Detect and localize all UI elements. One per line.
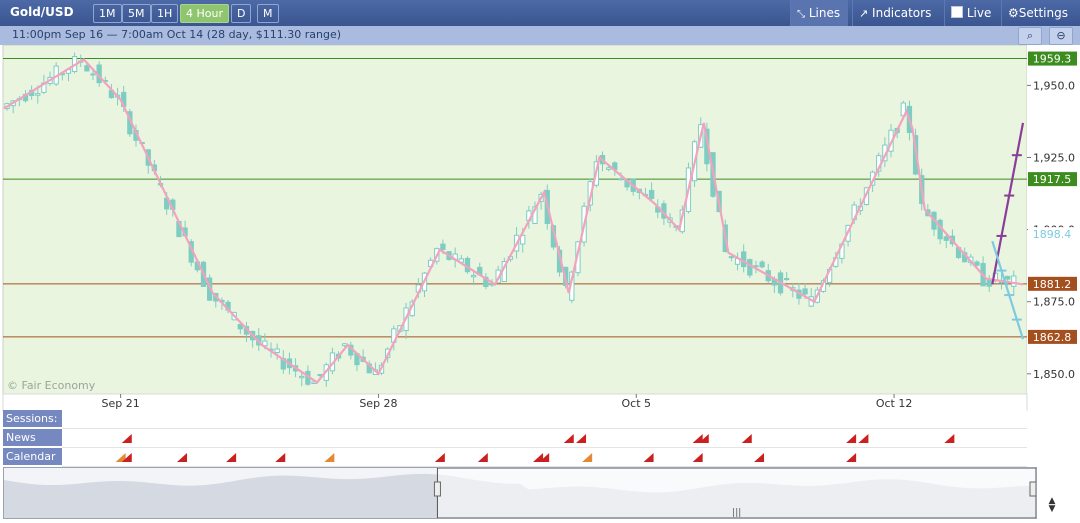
candle-body [299, 375, 305, 379]
candle-body [802, 288, 808, 295]
level-price-label: 1862.8 [1033, 331, 1072, 344]
level-price-label: 1959.3 [1033, 53, 1072, 66]
impact-flag-icon [477, 453, 488, 462]
impact-flag-icon [177, 453, 188, 462]
x-tick-label: Sep 21 [102, 397, 140, 410]
x-tick-label: Oct 12 [876, 397, 913, 410]
level-price-label: 1917.5 [1033, 173, 1072, 186]
price-chart[interactable]: 1,950.01,925.01,900.01,875.01,850.01959.… [0, 45, 1080, 467]
impact-flag-icon [576, 434, 587, 443]
zoom-in-icon[interactable]: ⌕ [1018, 27, 1042, 45]
impact-flag-icon [563, 434, 574, 443]
y-tick-label: 1,850.0 [1033, 368, 1075, 381]
gear-icon: ⚙ [1008, 6, 1019, 20]
settings-button[interactable]: ⚙Settings [1001, 0, 1076, 26]
lines-button[interactable]: ⤡ Lines [790, 0, 849, 26]
candle-body [747, 259, 753, 276]
range-text: 11:00pm Sep 16 — 7:00am Oct 14 (28 day, … [12, 28, 342, 41]
impact-flag-icon [226, 453, 237, 462]
indicators-icon: ↗ [859, 7, 869, 20]
candle-body [1011, 275, 1017, 287]
zoom-out-icon[interactable]: ⊖ [1049, 27, 1073, 45]
symbol-label: Gold/USD [10, 5, 74, 19]
candle-body [759, 261, 765, 268]
level-price-label: 1881.2 [1033, 278, 1072, 291]
plot-area [2, 45, 1028, 395]
impact-flag-icon [692, 453, 703, 462]
timeframe-4hour-button[interactable]: 4 Hour [180, 4, 229, 23]
impact-flag-icon [846, 453, 857, 462]
timeframe-1m-button[interactable]: 1M [93, 4, 122, 23]
navigator[interactable]: ||| [3, 467, 1037, 519]
lines-label: Lines [808, 6, 841, 20]
live-label: Live [966, 6, 992, 20]
y-tick-label: 1,875.0 [1033, 296, 1075, 309]
settings-label: Settings [1018, 6, 1068, 20]
candle-body [35, 93, 41, 96]
x-tick-label: Sep 28 [359, 397, 397, 410]
candle-body [1005, 275, 1011, 280]
candle-body [440, 243, 446, 250]
lines-icon: ⤡ [797, 9, 805, 20]
candle-body [605, 167, 612, 170]
impact-flag-icon [121, 434, 132, 443]
candle-body [618, 178, 624, 181]
timeframe-5m-button[interactable]: 5M [122, 4, 151, 23]
impact-flag-icon [434, 453, 445, 462]
live-toggle[interactable]: Live [944, 0, 999, 26]
impact-flag-icon [858, 434, 869, 443]
impact-flag-icon [754, 453, 765, 462]
navigator-arrows-icon[interactable]: ▲ ▼ [1043, 497, 1061, 514]
impact-flag-icon [275, 453, 286, 462]
candle-body [648, 189, 655, 199]
indicators-button[interactable]: ↗ Indicators [852, 0, 939, 26]
candle-body [84, 65, 90, 72]
candle-body [784, 278, 790, 281]
candle-body [986, 279, 992, 287]
impact-flag-icon [643, 453, 654, 462]
impact-flag-icon [582, 453, 593, 462]
range-bar: 11:00pm Sep 16 — 7:00am Oct 14 (28 day, … [0, 26, 1080, 45]
candle-body [470, 274, 477, 278]
candle-body [728, 256, 735, 259]
watermark: © Fair Economy [7, 379, 96, 392]
candle-body [274, 348, 280, 354]
candle-body [943, 236, 949, 241]
candle-body [90, 73, 96, 76]
navigator-left-handle [433, 481, 441, 497]
candle-body [741, 251, 747, 268]
y-tick-label: 1,950.0 [1033, 79, 1075, 92]
navigator-right-handle [1029, 481, 1037, 497]
x-tick-label: Oct 5 [622, 397, 652, 410]
current-price-label: 1898.4 [1033, 228, 1072, 241]
live-checkbox-icon[interactable] [951, 6, 963, 18]
toolbar: Gold/USD 1M 5M 1H 4 Hour D M ⤡ Lines ↗ I… [0, 0, 1080, 26]
time-axis [2, 393, 1028, 412]
timeframe-m-button[interactable]: M [257, 4, 279, 23]
impact-flag-icon [741, 434, 752, 443]
timeframe-d-button[interactable]: D [231, 4, 252, 23]
navigator-overview: ||| [4, 467, 1037, 519]
candle-body [974, 261, 980, 266]
impact-flag-icon [944, 434, 955, 443]
y-tick-label: 1,925.0 [1033, 151, 1075, 164]
indicators-label: Indicators [872, 6, 932, 20]
impact-flag-icon [324, 453, 335, 462]
event-markers [115, 434, 955, 462]
timeframe-1h-button[interactable]: 1H [151, 4, 179, 23]
navigator-grip-icon: ||| [732, 508, 741, 518]
impact-flag-icon [846, 434, 857, 443]
